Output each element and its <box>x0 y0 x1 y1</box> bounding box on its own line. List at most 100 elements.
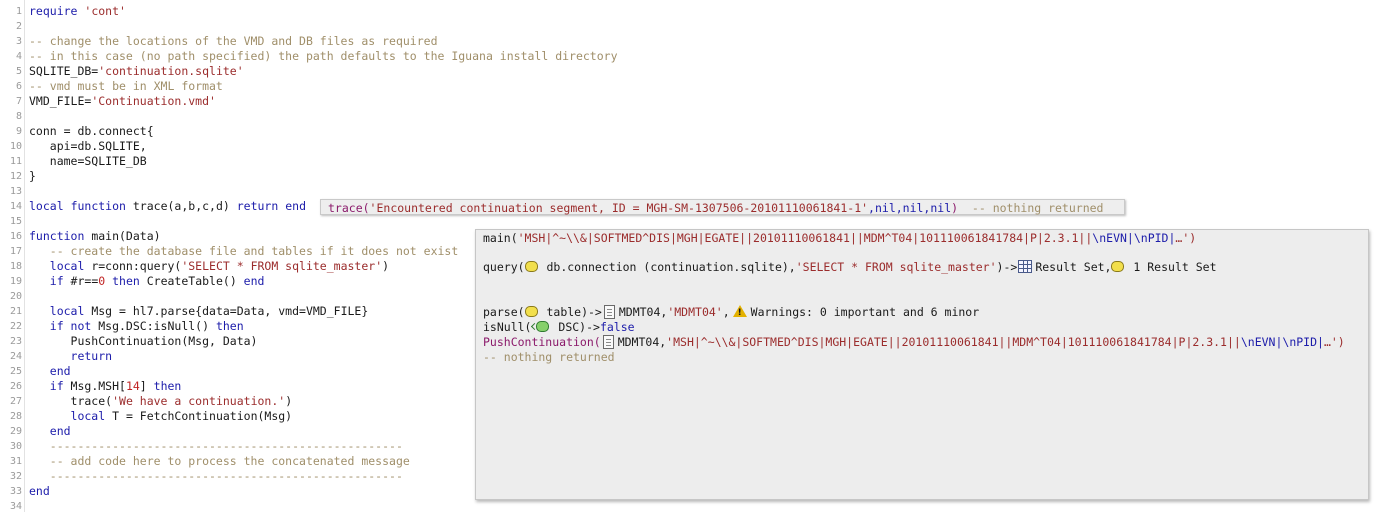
code-line-29[interactable]: end <box>29 424 71 439</box>
annotation-push-call[interactable]: PushContinuation(MDMT04,'MSH|^~\\&|SOFTM… <box>483 334 1345 350</box>
line-number: 4 <box>15 51 22 62</box>
annotation-query-call[interactable]: query( db.connection (continuation.sqlit… <box>483 260 1217 275</box>
line-number: 16 <box>9 231 22 242</box>
code-text: main(Data) <box>84 229 161 243</box>
annotation-parse-call[interactable]: parse( table)-> MDMT04,'MDMT04', Warnings:… <box>483 304 979 321</box>
line-number: 15 <box>9 216 22 227</box>
annotation-string: 'MSH|^~\\&|SOFTMED^DIS|MGH|EGATE||201011… <box>666 335 1241 349</box>
escape-sequence: \nEVN| <box>1240 335 1283 349</box>
line-number: 3 <box>15 36 22 47</box>
keyword: return <box>236 199 279 213</box>
code-line-22[interactable]: if not Msg.DSC:isNull() then <box>29 319 244 334</box>
line-number: 20 <box>9 291 22 302</box>
annotation-string-tail: …') <box>1175 231 1197 245</box>
keyword: local <box>29 304 85 318</box>
code-line-21[interactable]: local Msg = hl7.parse{data=Data, vmd=VMD… <box>29 304 369 319</box>
annotation-text: DSC)-> <box>551 320 600 334</box>
code-line-18[interactable]: local r=conn:query('SELECT * FROM sqlite… <box>29 259 389 274</box>
annotation-result: MDMT04, <box>618 305 668 319</box>
code-line-19[interactable]: if #r==0 then CreateTable() end <box>29 274 265 289</box>
code-line-9[interactable]: conn = db.connect{ <box>29 124 154 139</box>
table-icon[interactable] <box>1018 260 1033 273</box>
keyword: local <box>29 409 106 423</box>
code-line-11[interactable]: name=SQLITE_DB <box>29 154 147 169</box>
code-editor[interactable]: 1 2 3 4 5 6 7 8 9 10 11 12 13 14 15 16 17 18 19 20 21 22 23 24 2… <box>0 0 1384 512</box>
line-number: 11 <box>9 156 22 167</box>
code-line-17[interactable]: -- create the database file and tables i… <box>29 244 459 259</box>
code-line-4[interactable]: -- in this case (no path specified) the … <box>29 49 618 64</box>
line-number: 28 <box>9 411 22 422</box>
trace-annotation[interactable]: trace('Encountered continuation segment,… <box>320 199 1125 215</box>
code-line-33[interactable]: end <box>29 484 50 499</box>
line-number: 31 <box>9 456 22 467</box>
annotation-string: 'Encountered continuation segment, ID = … <box>369 201 869 215</box>
code-line-28[interactable]: local T = FetchContinuation(Msg) <box>29 409 293 424</box>
line-number: 25 <box>9 366 22 377</box>
segment-icon[interactable] <box>536 321 550 332</box>
code-line-12[interactable]: } <box>29 169 36 184</box>
escape-sequence: \nEVN| <box>1092 231 1134 245</box>
code-text: trace(a,b,c,d) <box>125 199 237 213</box>
annotation-warning[interactable]: Warnings: 0 important and 6 minor <box>751 305 979 319</box>
annotation-function: query( <box>483 260 525 274</box>
code-line-1[interactable]: require 'cont' <box>29 4 126 19</box>
annotation-nothing-returned: -- nothing returned <box>483 350 615 364</box>
string-literal: 'continuation.sqlite' <box>98 64 244 78</box>
line-number: 14 <box>9 201 22 212</box>
code-text: trace( <box>29 394 113 408</box>
keyword: then <box>153 379 182 393</box>
code-line-7[interactable]: VMD_FILE='Continuation.vmd' <box>29 94 216 109</box>
line-number: 30 <box>9 441 22 452</box>
annotation-function: trace( <box>328 201 370 215</box>
keyword: then <box>105 274 140 288</box>
keyword: local <box>29 259 85 273</box>
annotation-function: PushContinuation( <box>483 335 601 349</box>
code-text: T = FetchContinuation(Msg) <box>105 409 293 423</box>
code-line-3[interactable]: -- change the locations of the VMD and D… <box>29 34 438 49</box>
line-number: 6 <box>15 81 22 92</box>
document-icon[interactable] <box>602 334 614 349</box>
string-literal: 'Continuation.vmd' <box>91 94 216 108</box>
code-line-14[interactable]: local function trace(a,b,c,d) return end <box>29 199 306 214</box>
code-line-30[interactable]: ----------------------------------------… <box>29 439 403 454</box>
annotation-string: 'MSH|^~\\&|SOFTMED^DIS|MGH|EGATE||201011… <box>517 231 1093 245</box>
object-icon[interactable] <box>1111 261 1125 272</box>
keyword: function <box>70 199 126 213</box>
main-annotation-panel[interactable]: main('MSH|^~\\&|SOFTMED^DIS|MGH|EGATE||2… <box>475 229 1369 500</box>
code-text: ) <box>382 259 390 273</box>
string-literal: 'cont' <box>84 4 126 18</box>
code-line-5[interactable]: SQLITE_DB='continuation.sqlite' <box>29 64 244 79</box>
annotation-function: main( <box>483 231 518 245</box>
code-line-16[interactable]: function main(Data) <box>29 229 161 244</box>
code-line-10[interactable]: api=db.SQLITE, <box>29 139 147 154</box>
code-line-24[interactable]: return <box>29 349 113 364</box>
annotation-text: table)-> <box>539 305 602 319</box>
code-line-27[interactable]: trace('We have a continuation.') <box>29 394 293 409</box>
code-line-25[interactable]: end <box>29 364 71 379</box>
code-line-32[interactable]: ----------------------------------------… <box>29 469 403 484</box>
code-text: SQLITE_DB= <box>29 64 99 78</box>
code-line-26[interactable]: if Msg.MSH[14] then <box>29 379 182 394</box>
annotation-string-tail: …') <box>1323 335 1345 349</box>
code-text: #r== <box>63 274 99 288</box>
line-number: 13 <box>9 186 22 197</box>
code-line-31[interactable]: -- add code here to process the concaten… <box>29 454 410 469</box>
keyword: if <box>29 274 64 288</box>
warning-icon[interactable] <box>732 304 747 321</box>
object-icon[interactable] <box>524 261 538 272</box>
annotation-isnull-call[interactable]: isNull( DSC)->false <box>483 320 635 335</box>
code-line-23[interactable]: PushContinuation(Msg, Data) <box>29 334 258 349</box>
annotation-main-call[interactable]: main('MSH|^~\\&|SOFTMED^DIS|MGH|EGATE||2… <box>483 231 1196 246</box>
annotation-text: db.connection (continuation.sqlite), <box>539 260 796 274</box>
annotation-boolean: false <box>599 320 635 334</box>
line-number: 27 <box>9 396 22 407</box>
code-line-6[interactable]: -- vmd must be in XML format <box>29 79 223 94</box>
number-literal: 14 <box>125 379 140 393</box>
line-number: 2 <box>15 21 22 32</box>
line-number: 24 <box>9 351 22 362</box>
document-icon[interactable] <box>603 304 615 319</box>
object-icon[interactable] <box>524 306 538 317</box>
line-number: 26 <box>9 381 22 392</box>
annotation-function: isNull( <box>483 320 532 334</box>
line-number: 7 <box>15 96 22 107</box>
